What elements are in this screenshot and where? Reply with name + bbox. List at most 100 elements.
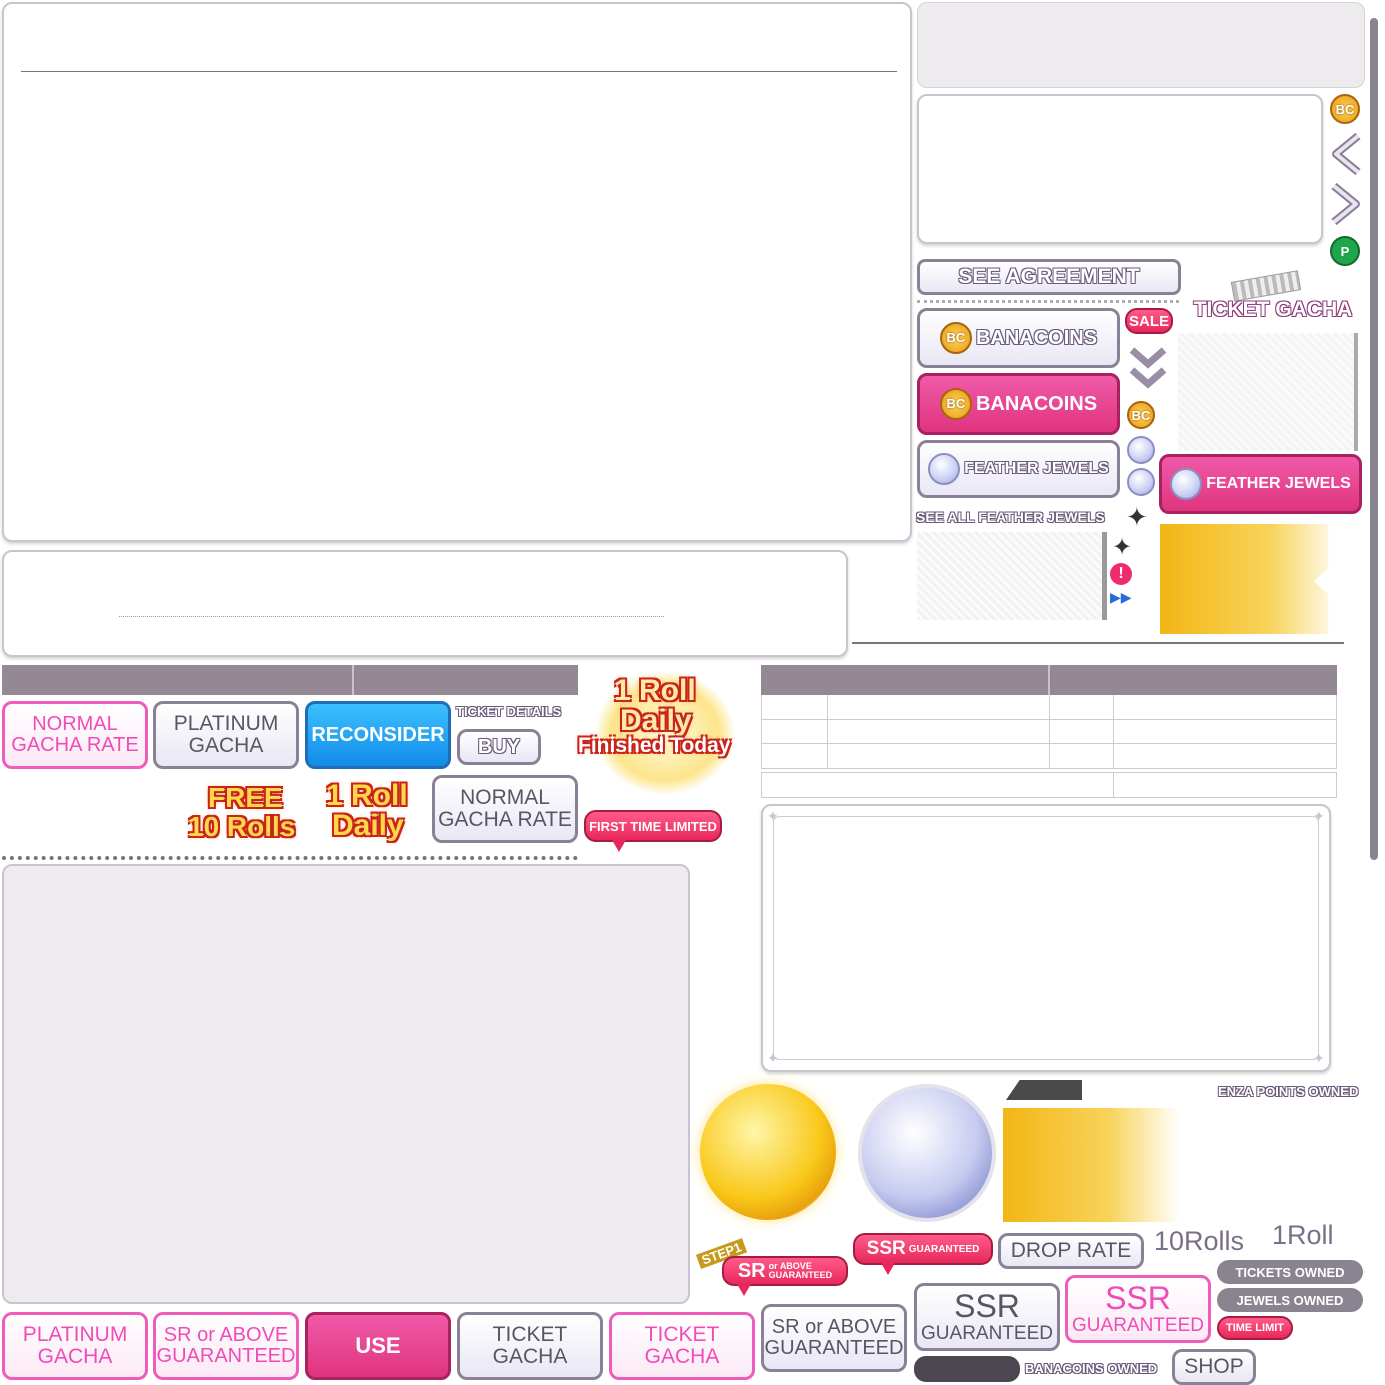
section-divider <box>852 642 1344 644</box>
rate-table-header <box>761 665 1337 695</box>
platinum-gacha-button[interactable]: PLATINUM GACHA <box>153 701 299 769</box>
dotted-divider <box>917 300 1179 303</box>
rate-table-total <box>761 772 1337 798</box>
sr-or-above-guaranteed-button-alt[interactable]: SR or ABOVE GUARANTEED <box>761 1304 907 1372</box>
ten-rolls-label: 10Rolls <box>1154 1226 1245 1256</box>
exclamation-icon: ! <box>1110 563 1132 585</box>
ticket-gacha-title: TICKET GACHA <box>1193 298 1353 321</box>
dotted-divider <box>2 856 578 860</box>
dialog-divider <box>21 71 897 72</box>
jewels-owned-label: JEWELS OWNED <box>1217 1288 1363 1312</box>
guaranteed-text: GUARANTEED <box>921 1322 1053 1344</box>
table-col <box>827 695 828 769</box>
feather-jewels-button[interactable]: FEATHER JEWELS <box>917 440 1120 498</box>
sparkle-icon: ✦ <box>767 1050 779 1066</box>
tickets-owned-label: TICKETS OWNED <box>1217 1260 1363 1284</box>
double-chevron-down-icon <box>1128 344 1168 392</box>
enza-points-owned-label: ENZA POINTS OWNED <box>1218 1084 1359 1099</box>
gold-orb-icon <box>700 1084 836 1220</box>
rate-table <box>761 695 1337 769</box>
finished-today-text: Finished Today <box>578 734 731 757</box>
banacoins-owned-label: BANACOINS OWNED <box>1025 1361 1158 1376</box>
time-limit-badge: TIME LIMIT <box>1217 1316 1293 1340</box>
scrollbar[interactable] <box>1370 18 1378 860</box>
daily-text: Daily <box>332 809 404 842</box>
use-button[interactable]: USE <box>305 1312 451 1380</box>
ornate-frame-panel: ✦ ✦ ✦ ✦ <box>761 804 1331 1072</box>
folder-tab <box>1006 1080 1082 1100</box>
bc-coin-icon: BC <box>1330 94 1360 124</box>
bc-coin-icon: BC <box>1127 401 1155 429</box>
normal-gacha-rate-button-alt[interactable]: NORMAL GACHA RATE <box>432 775 578 843</box>
banacoins-label: BANACOINS <box>975 326 1098 349</box>
gold-banner <box>1003 1108 1180 1222</box>
sparkle-icon: ✦ <box>1112 534 1133 561</box>
ticket-details-label: TICKET DETAILS <box>456 704 562 719</box>
sparkle-icon: ✦ <box>1313 1050 1325 1066</box>
sale-badge: SALE <box>1125 308 1173 334</box>
dark-bar <box>914 1356 1020 1382</box>
ssr-guaranteed-button[interactable]: SSR GUARANTEED <box>914 1283 1060 1351</box>
feather-jewels-label: FEATHER JEWELS <box>1206 474 1351 492</box>
shop-button[interactable]: SHOP <box>1172 1349 1256 1385</box>
normal-gacha-rate-button[interactable]: NORMAL GACHA RATE <box>2 701 148 769</box>
sparkle-icon: ✦ <box>1313 808 1325 824</box>
free-text: FREE <box>208 782 283 813</box>
top-right-grey-panel <box>917 2 1365 88</box>
roll-daily-text: 1 Roll <box>614 674 696 707</box>
see-agreement-button[interactable]: SEE AGREEMENT <box>917 259 1181 295</box>
dotted-divider <box>119 616 664 617</box>
guaranteed-text: GUARANTEED <box>768 1270 833 1280</box>
header-separator <box>352 665 354 695</box>
gacha-list-panel <box>2 864 690 1304</box>
ssr-text: SSR <box>954 1288 1020 1325</box>
badge-pointer <box>737 1284 751 1296</box>
one-roll-label: 1Roll <box>1272 1220 1334 1250</box>
badge-pointer <box>881 1263 895 1275</box>
chevron-left-icon[interactable] <box>1328 132 1364 176</box>
info-panel <box>917 94 1323 244</box>
sr-or-above-guaranteed-button[interactable]: SR or ABOVE GUARANTEED <box>153 1312 299 1380</box>
inner-frame <box>773 816 1319 1060</box>
ticket-gacha-button[interactable]: TICKET GACHA <box>457 1312 603 1380</box>
feather-jewel-icon <box>928 453 961 485</box>
ticket-preview-area <box>1178 333 1358 451</box>
table-col <box>1113 695 1114 769</box>
see-all-feather-jewels-link[interactable]: SEE ALL FEATHER JEWELS <box>916 509 1120 525</box>
ticket-gacha-button-selected[interactable]: TICKET GACHA <box>609 1312 755 1380</box>
main-dialog-panel <box>2 2 912 542</box>
reconsider-button[interactable]: RECONSIDER <box>305 701 451 769</box>
feather-jewel-icon <box>1127 436 1155 464</box>
chevron-right-icon[interactable] <box>1328 182 1364 226</box>
ssr-text: SSR <box>1105 1280 1171 1317</box>
first-time-limited-badge: FIRST TIME LIMITED <box>584 810 722 842</box>
p-coin-icon: P <box>1330 236 1360 266</box>
gold-banner <box>1160 524 1329 634</box>
table-col <box>1049 695 1050 769</box>
bc-coin-icon: BC <box>939 322 972 354</box>
ssr-guaranteed-badge: SSR GUARANTEED <box>853 1233 993 1265</box>
banacoins-button-selected[interactable]: BC BANACOINS <box>917 373 1120 435</box>
feather-jewels-button-selected[interactable]: FEATHER JEWELS <box>1159 454 1362 514</box>
table-col <box>1113 773 1114 797</box>
ssr-text: SSR <box>866 1238 906 1259</box>
feather-jewels-label: FEATHER JEWELS <box>964 459 1109 477</box>
buy-button[interactable]: BUY <box>457 729 541 765</box>
fast-forward-icon: ▶▶ <box>1110 589 1132 605</box>
header-separator <box>1048 665 1050 695</box>
platinum-gacha-button-selected[interactable]: PLATINUM GACHA <box>2 1312 148 1380</box>
feather-jewel-icon <box>1170 468 1203 500</box>
silver-orb-icon <box>858 1084 996 1222</box>
drop-rate-button[interactable]: DROP RATE <box>998 1233 1144 1269</box>
banacoins-label: BANACOINS <box>975 392 1098 415</box>
ssr-guaranteed-button-selected[interactable]: SSR GUARANTEED <box>1065 1275 1211 1343</box>
guaranteed-text: GUARANTEED <box>908 1243 980 1255</box>
sr-guaranteed-badge: SR or ABOVE GUARANTEED <box>722 1256 848 1286</box>
jewel-preview-area <box>917 532 1107 620</box>
sr-text: SR <box>737 1259 766 1282</box>
one-roll-text: 1 Roll <box>326 779 408 812</box>
or-above-text: or ABOVE GUARANTEED <box>769 1262 833 1280</box>
table-header <box>2 665 578 695</box>
sub-dialog-panel <box>2 550 848 657</box>
banacoins-button[interactable]: BC BANACOINS <box>917 308 1120 368</box>
